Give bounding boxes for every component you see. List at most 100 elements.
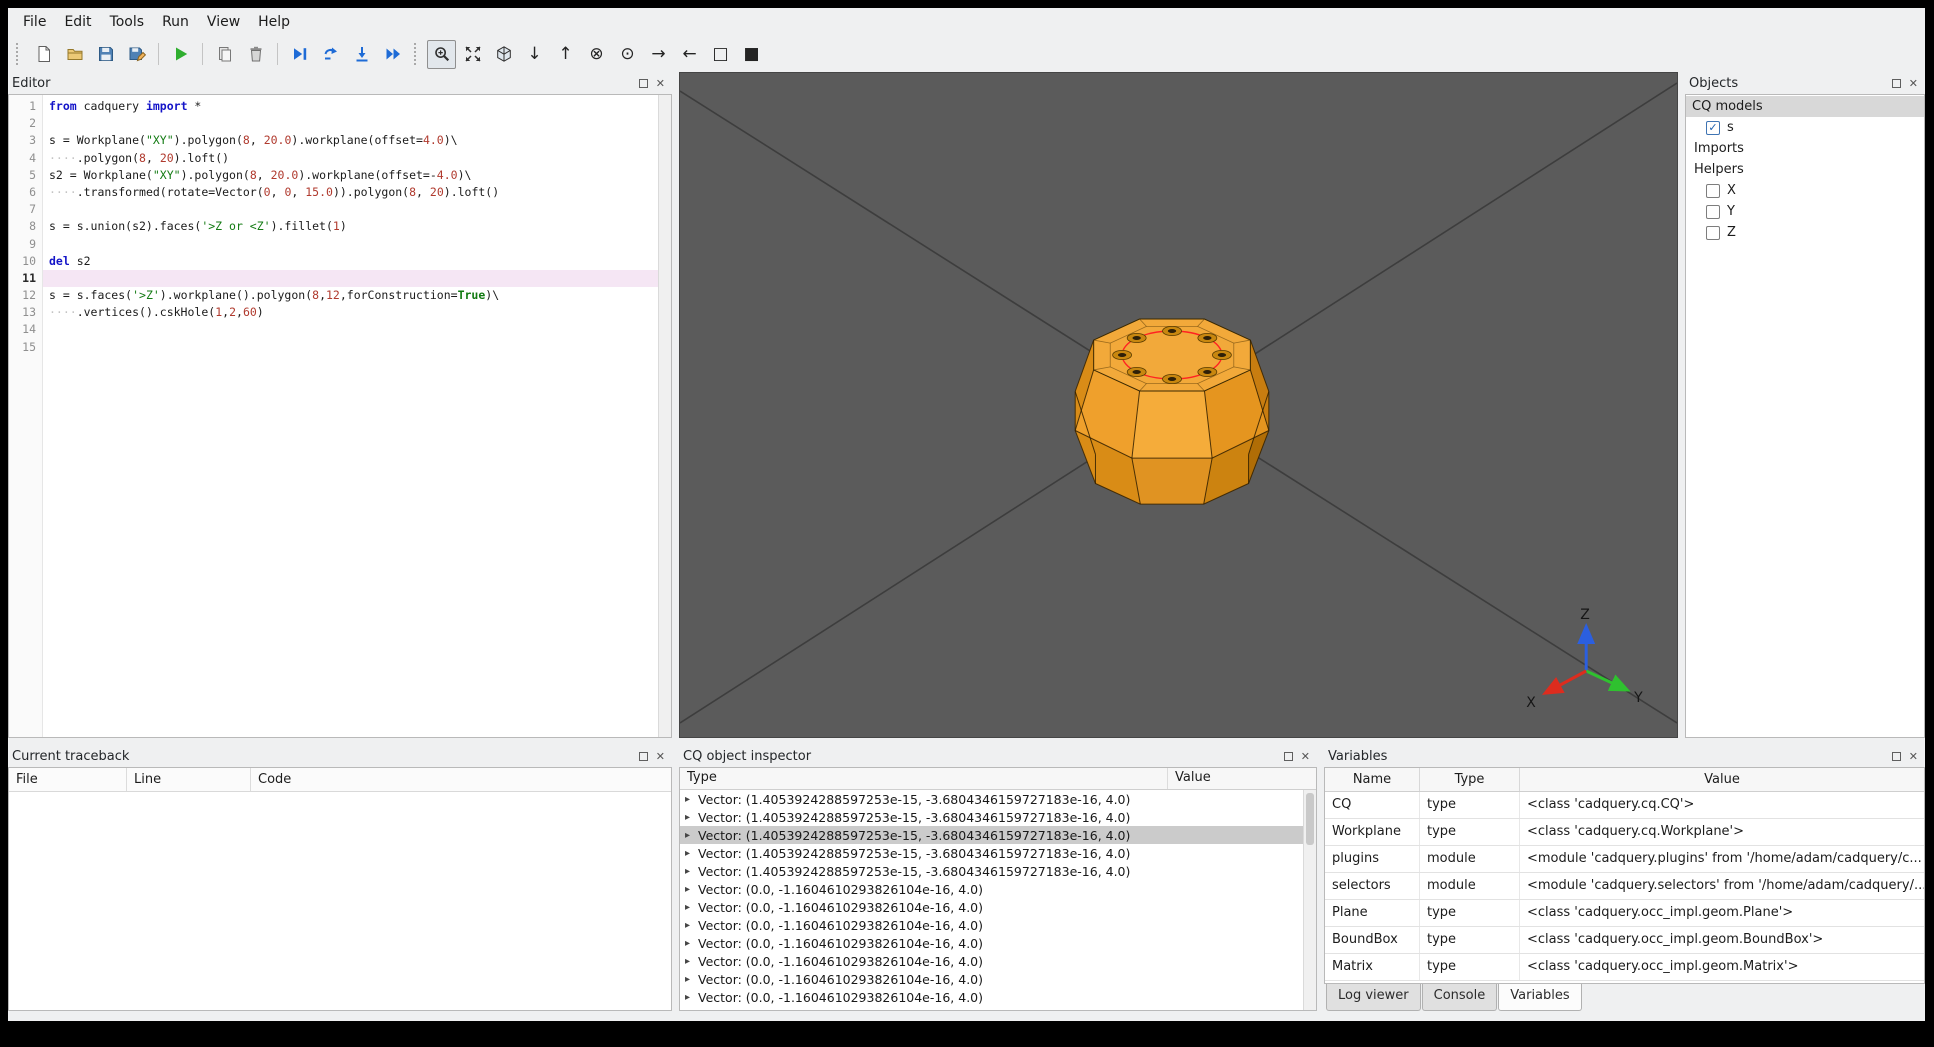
- tree-item-x[interactable]: X: [1686, 180, 1924, 201]
- close-panel-icon[interactable]: ✕: [1909, 751, 1918, 762]
- expand-arrow-icon[interactable]: ▸: [685, 866, 698, 877]
- save-button[interactable]: [91, 40, 120, 69]
- close-panel-icon[interactable]: ✕: [656, 751, 665, 762]
- code-line-4[interactable]: ····.polygon(8, 20).loft(): [43, 150, 658, 167]
- menu-edit[interactable]: Edit: [55, 9, 100, 35]
- code-line-6[interactable]: ····.transformed(rotate=Vector(0, 0, 15.…: [43, 184, 658, 201]
- traceback-col-code[interactable]: Code: [251, 768, 671, 791]
- view-back-button[interactable]: ⊙: [613, 40, 642, 69]
- tree-item-imports[interactable]: Imports: [1686, 138, 1924, 159]
- checkbox-z[interactable]: [1706, 225, 1720, 240]
- code-line-12[interactable]: s = s.faces('>Z').workplane().polygon(8,…: [43, 287, 658, 304]
- inspector-row[interactable]: ▸ Vector: (1.4053924288597253e-15, -3.680…: [680, 862, 1316, 880]
- float-panel-icon[interactable]: [1283, 751, 1293, 761]
- code-line-10[interactable]: del s2: [43, 253, 658, 270]
- inspector-col-value[interactable]: Value: [1168, 768, 1316, 789]
- inspector-row[interactable]: ▸Vector: (0.0, -1.1604610293826104e-16, …: [680, 1006, 1316, 1011]
- expand-arrow-icon[interactable]: ▸: [685, 902, 698, 913]
- inspector-row[interactable]: ▸Vector: (0.0, -1.1604610293826104e-16, …: [680, 988, 1316, 1006]
- inspector-row[interactable]: ▸Vector: (0.0, -1.1604610293826104e-16, …: [680, 934, 1316, 952]
- checkbox-y[interactable]: [1706, 204, 1720, 219]
- traceback-col-file[interactable]: File: [9, 768, 127, 791]
- fit-all-button[interactable]: [458, 40, 487, 69]
- expand-arrow-icon[interactable]: ▸: [685, 1010, 698, 1011]
- view-bottom-button[interactable]: ↓: [520, 40, 549, 69]
- variable-row-plugins[interactable]: plugins module <module 'cadquery.plugins' …: [1325, 846, 1924, 873]
- code-line-7[interactable]: [43, 201, 658, 218]
- tab-log-viewer[interactable]: Log viewer: [1326, 984, 1421, 1011]
- tree-item-z[interactable]: Z: [1686, 222, 1924, 243]
- render-button[interactable]: [166, 40, 195, 69]
- variables-col-type[interactable]: Type: [1420, 768, 1520, 791]
- inspector-row[interactable]: ▸ Vector: (1.4053924288597253e-15, -3.680…: [680, 844, 1316, 862]
- expand-arrow-icon[interactable]: ▸: [685, 830, 698, 841]
- debug-button[interactable]: [285, 40, 314, 69]
- variables-panel-header[interactable]: Variables ✕: [1324, 745, 1925, 767]
- inspector-row[interactable]: ▸Vector: (0.0, -1.1604610293826104e-16, …: [680, 916, 1316, 934]
- menu-file[interactable]: File: [14, 9, 55, 35]
- inspector-row[interactable]: ▸ Vector: (1.4053924288597253e-15, -3.680…: [680, 790, 1316, 808]
- tree-item-helpers[interactable]: Helpers: [1686, 159, 1924, 180]
- shaded-button[interactable]: ■: [737, 40, 766, 69]
- toolbar-handle[interactable]: [414, 43, 419, 65]
- code-line-1[interactable]: from cadquery import *: [43, 98, 658, 115]
- code-area[interactable]: from cadquery import * s = Workplane("XY"…: [43, 95, 658, 737]
- code-line-3[interactable]: s = Workplane("XY").polygon(8, 20.0).wor…: [43, 132, 658, 149]
- code-line-5[interactable]: s2 = Workplane("XY").polygon(8, 20.0).wo…: [43, 167, 658, 184]
- viewport-3d[interactable]: Z Y X: [679, 72, 1678, 738]
- view-left-button[interactable]: ←: [675, 40, 704, 69]
- float-panel-icon[interactable]: [638, 751, 648, 761]
- tree-item-y[interactable]: Y: [1686, 201, 1924, 222]
- wireframe-button[interactable]: □: [706, 40, 735, 69]
- code-line-15[interactable]: [43, 339, 658, 356]
- inspector-panel-header[interactable]: CQ object inspector ✕: [679, 745, 1317, 767]
- tab-variables[interactable]: Variables: [1498, 984, 1582, 1011]
- close-panel-icon[interactable]: ✕: [1301, 751, 1310, 762]
- expand-arrow-icon[interactable]: ▸: [685, 992, 698, 1003]
- expand-arrow-icon[interactable]: ▸: [685, 956, 698, 967]
- close-panel-icon[interactable]: ✕: [1909, 78, 1918, 89]
- code-line-8[interactable]: s = s.union(s2).faces('>Z or <Z').fillet…: [43, 218, 658, 235]
- view-top-button[interactable]: ↑: [551, 40, 580, 69]
- expand-arrow-icon[interactable]: ▸: [685, 812, 698, 823]
- traceback-col-line[interactable]: Line: [127, 768, 251, 791]
- expand-arrow-icon[interactable]: ▸: [685, 848, 698, 859]
- variable-row-boundbox[interactable]: BoundBox type <class 'cadquery.occ_impl.ge…: [1325, 927, 1924, 954]
- open-file-button[interactable]: [60, 40, 89, 69]
- tab-console[interactable]: Console: [1421, 984, 1498, 1011]
- save-as-button[interactable]: [122, 40, 151, 69]
- checkbox-s[interactable]: ✓: [1706, 120, 1720, 135]
- iso-view-button[interactable]: [489, 40, 518, 69]
- float-panel-icon[interactable]: [1891, 751, 1901, 761]
- expand-arrow-icon[interactable]: ▸: [685, 884, 698, 895]
- variable-row-matrix[interactable]: Matrix type <class 'cadquery.occ_impl.geom…: [1325, 954, 1924, 981]
- menu-view[interactable]: View: [198, 9, 249, 35]
- tree-item-s[interactable]: ✓ s: [1686, 117, 1924, 138]
- fit-view-button[interactable]: [427, 39, 456, 69]
- toolbar-handle[interactable]: [16, 43, 21, 65]
- inspector-scrollbar[interactable]: [1303, 790, 1316, 1010]
- continue-button[interactable]: [378, 40, 407, 69]
- expand-arrow-icon[interactable]: ▸: [685, 794, 698, 805]
- delete-button[interactable]: [241, 40, 270, 69]
- checkbox-x[interactable]: [1706, 183, 1720, 198]
- inspector-row[interactable]: ▸Vector: (0.0, -1.1604610293826104e-16, …: [680, 898, 1316, 916]
- expand-arrow-icon[interactable]: ▸: [685, 974, 698, 985]
- inspector-col-type[interactable]: Type: [680, 768, 1168, 789]
- variable-row-selectors[interactable]: selectors module <module 'cadquery.selecto…: [1325, 873, 1924, 900]
- float-panel-icon[interactable]: [638, 78, 648, 88]
- view-right-button[interactable]: →: [644, 40, 673, 69]
- menu-help[interactable]: Help: [249, 9, 299, 35]
- variable-row-workplane[interactable]: Workplane type <class 'cadquery.cq.Workpla…: [1325, 819, 1924, 846]
- inspector-row[interactable]: ▸ Vector: (1.4053924288597253e-15, -3.680…: [680, 808, 1316, 826]
- inspector-row[interactable]: ▸Vector: (0.0, -1.1604610293826104e-16, …: [680, 952, 1316, 970]
- cad-model[interactable]: [1074, 318, 1270, 505]
- variable-row-plane[interactable]: Plane type <class 'cadquery.occ_impl.geom.…: [1325, 900, 1924, 927]
- variable-row-cq[interactable]: CQ type <class 'cadquery.cq.CQ'>: [1325, 792, 1924, 819]
- view-front-button[interactable]: ⊗: [582, 40, 611, 69]
- code-line-11[interactable]: [43, 269, 658, 288]
- tree-section-cq-models[interactable]: CQ models: [1686, 96, 1924, 117]
- float-panel-icon[interactable]: [1891, 78, 1901, 88]
- inspector-row[interactable]: ▸ Vector: (1.4053924288597253e-15, -3.680…: [680, 826, 1316, 844]
- menu-tools[interactable]: Tools: [101, 9, 154, 35]
